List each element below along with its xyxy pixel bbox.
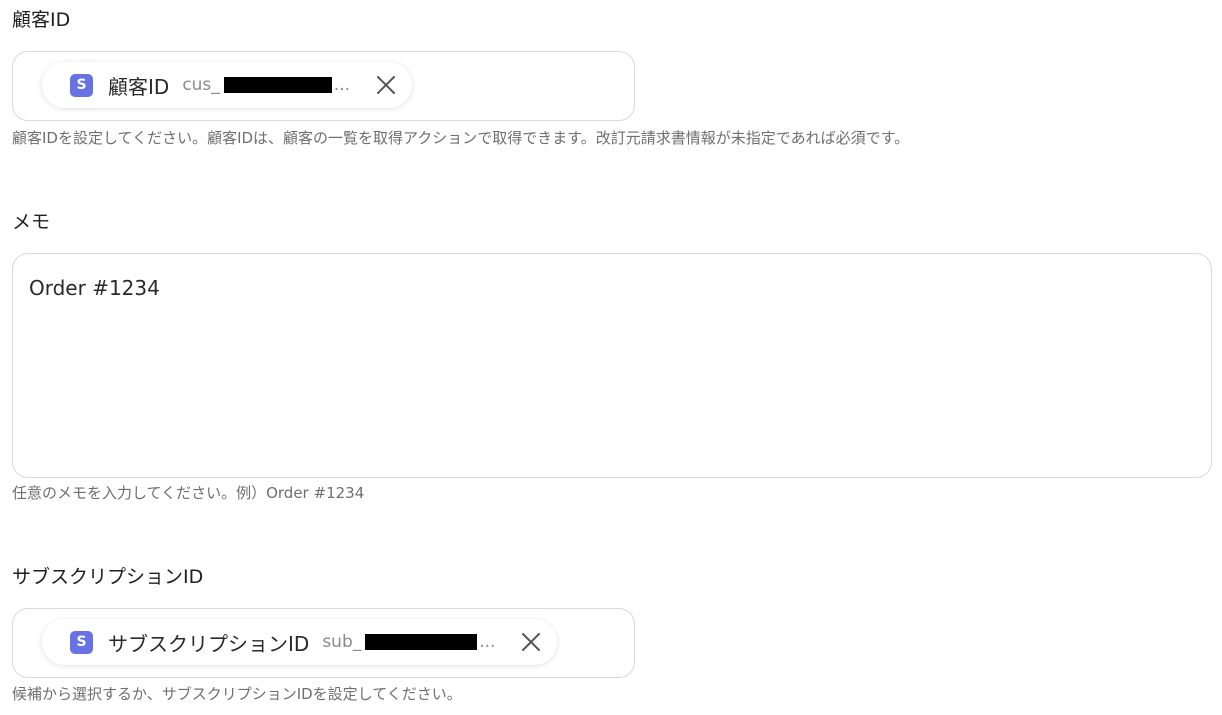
close-icon[interactable] — [374, 73, 398, 97]
redaction-bar — [223, 77, 332, 93]
chip-label: サブスクリプションID — [108, 631, 310, 656]
subscription-id-help: 候補から選択するか、サブスクリプションIDを設定してください。 — [12, 685, 462, 703]
customer-id-chip[interactable]: S 顧客ID cus_ ... — [42, 62, 413, 108]
customer-id-field[interactable]: S 顧客ID cus_ ... — [12, 51, 635, 121]
memo-value: Order #1234 — [29, 276, 160, 300]
memo-help: 任意のメモを入力してください。例）Order #1234 — [12, 484, 365, 502]
chip-label: 顧客ID — [108, 74, 170, 99]
memo-textarea[interactable]: Order #1234 — [12, 253, 1212, 478]
chip-value-ellipsis: ... — [479, 632, 496, 652]
close-icon[interactable] — [519, 630, 543, 654]
chip-value: sub_ ... — [322, 632, 495, 652]
chip-value-prefix: cus_ — [182, 75, 220, 95]
memo-label: メモ — [12, 211, 51, 233]
subscription-id-label: サブスクリプションID — [12, 566, 204, 588]
chip-value-ellipsis: ... — [333, 75, 351, 95]
chip-value-prefix: sub_ — [322, 632, 362, 652]
subscription-id-chip[interactable]: S サブスクリプションID sub_ ... — [42, 619, 558, 665]
stripe-icon: S — [70, 630, 93, 654]
redaction-bar — [365, 634, 478, 650]
stripe-icon: S — [70, 73, 93, 97]
customer-id-help: 顧客IDを設定してください。顧客IDは、顧客の一覧を取得アクションで取得できます… — [12, 129, 910, 147]
chip-value: cus_ ... — [182, 75, 350, 95]
subscription-id-field[interactable]: S サブスクリプションID sub_ ... — [12, 608, 635, 678]
customer-id-label: 顧客ID — [12, 9, 71, 31]
